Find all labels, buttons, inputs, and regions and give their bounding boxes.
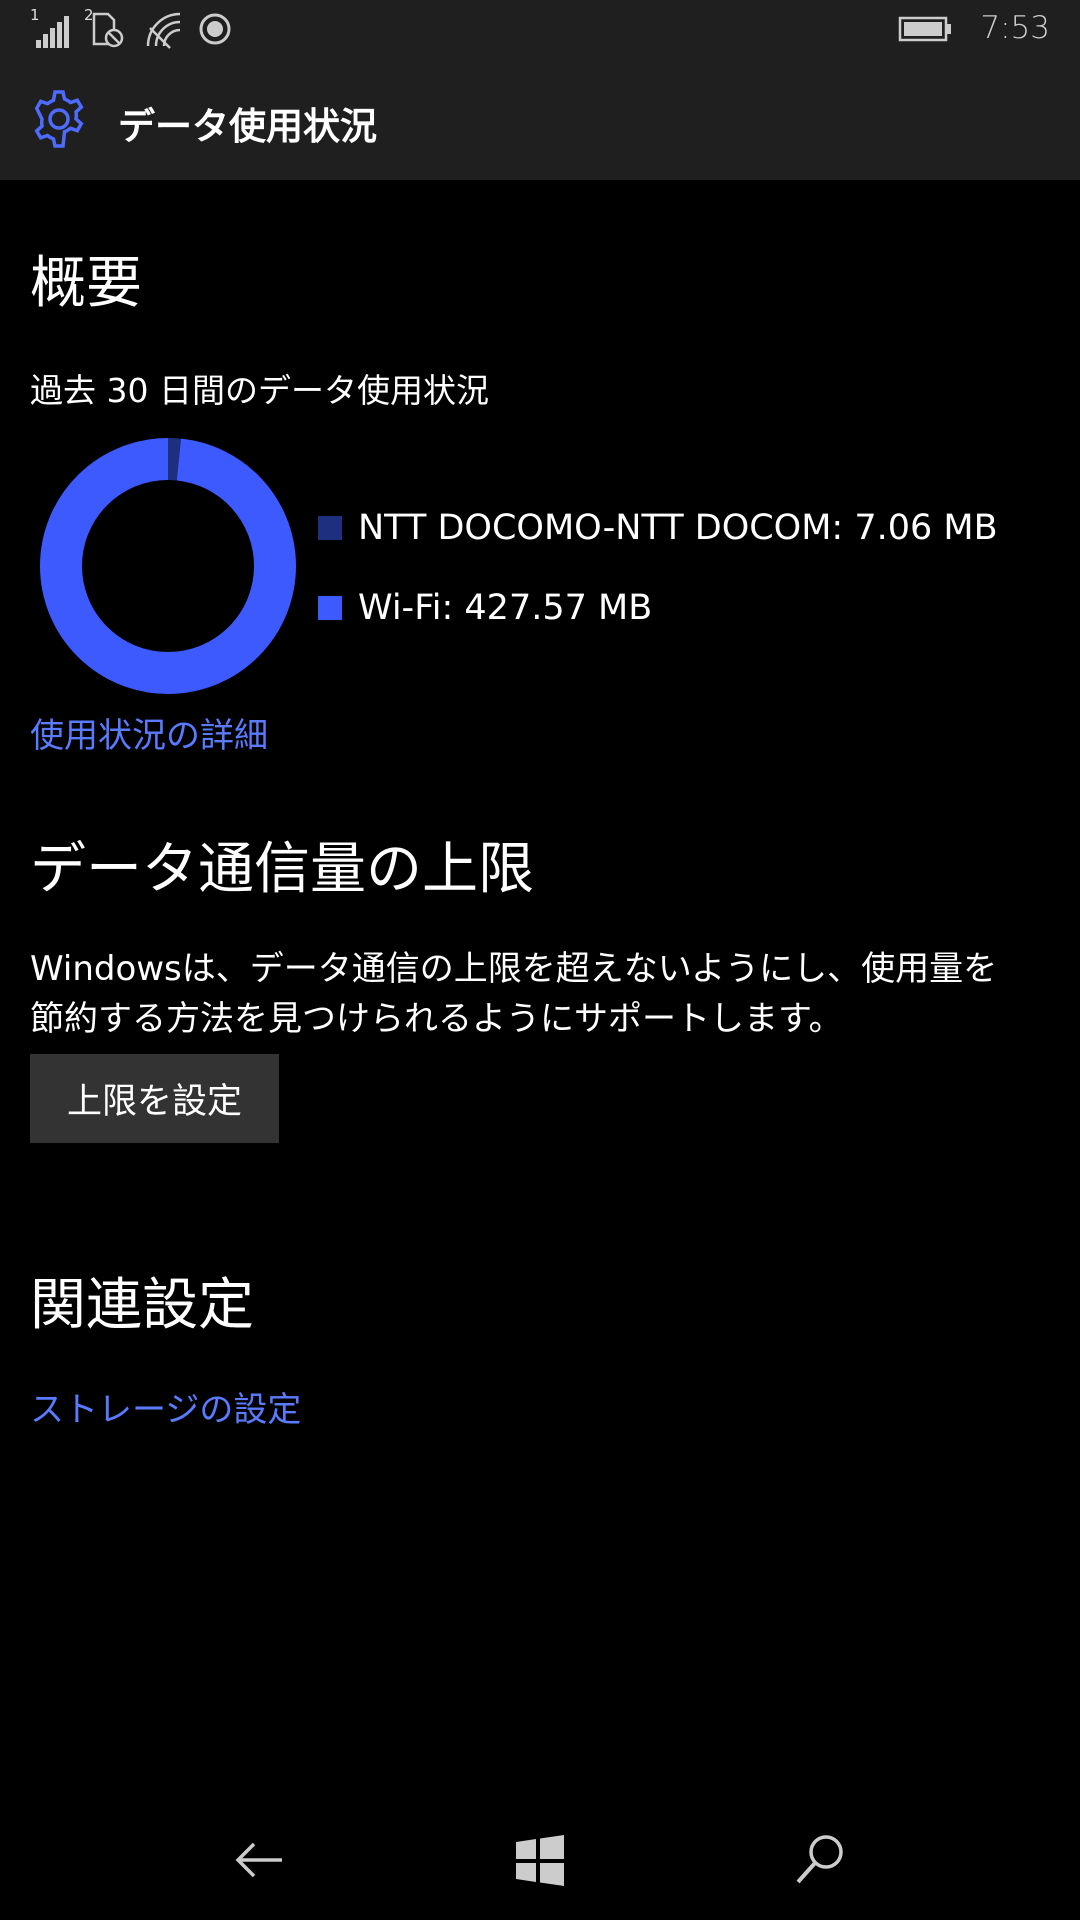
legend-item-docomo: NTT DOCOMO-NTT DOCOM: 7.06 MB (318, 504, 998, 552)
donut-slice-wifi (40, 438, 296, 694)
signal-icon (36, 16, 69, 48)
battery-icon (898, 16, 951, 42)
legend-label-docomo: NTT DOCOMO-NTT DOCOM: 7.06 MB (358, 508, 998, 548)
usage-details-link[interactable]: 使用状況の詳細 (30, 708, 268, 757)
data-limit-heading: データ通信量の上限 (30, 837, 534, 902)
overview-subtitle: 過去 30 日間のデータ使用状況 (30, 371, 489, 410)
usage-donut-chart (40, 438, 296, 694)
back-icon[interactable] (230, 1830, 290, 1890)
legend-item-wifi: Wi-Fi: 427.57 MB (318, 584, 652, 632)
clock: 7:53 (980, 10, 1050, 46)
windows-start-icon[interactable] (510, 1830, 570, 1890)
search-icon[interactable] (790, 1830, 850, 1890)
storage-settings-link[interactable]: ストレージの設定 (30, 1382, 301, 1431)
navigation-bar (0, 1800, 1080, 1920)
page-title: データ使用状況 (118, 105, 377, 148)
legend-label-wifi: Wi-Fi: 427.57 MB (358, 588, 653, 628)
gear-icon (34, 90, 84, 148)
legend-swatch-docomo (318, 516, 342, 540)
set-limit-button[interactable]: 上限を設定 (30, 1054, 279, 1143)
legend-swatch-wifi (318, 596, 342, 620)
related-settings-heading: 関連設定 (30, 1273, 254, 1338)
overview-heading: 概要 (30, 251, 142, 316)
page-header: データ使用状況 (0, 58, 1080, 180)
data-limit-description: Windowsは、データ通信の上限を超えないようにし、使用量を節約する方法を見つ… (30, 949, 998, 1039)
location-icon (199, 13, 231, 45)
status-bar: 1 2 7:53 (0, 0, 1080, 58)
sim-no-data-icon (92, 12, 124, 48)
wifi-icon (146, 12, 181, 49)
